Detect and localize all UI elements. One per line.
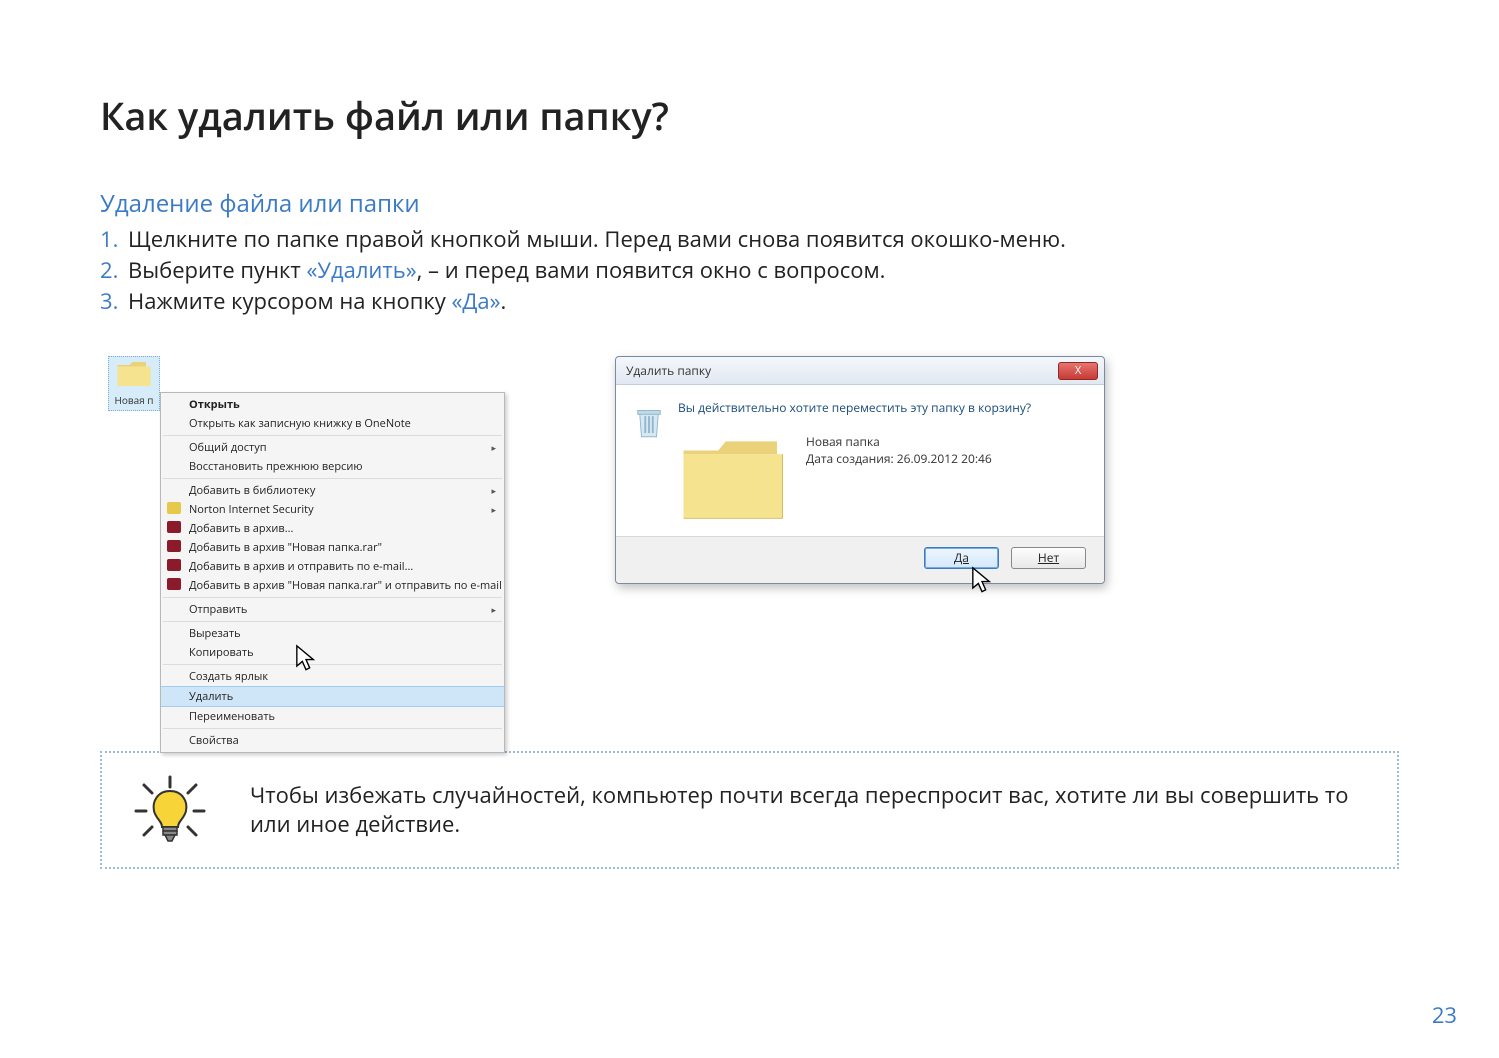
dialog-buttons: Да Нет (616, 536, 1104, 583)
step-2-text-after: , – и перед вами появится окно с вопросо… (417, 255, 886, 285)
menu-sep (163, 435, 502, 436)
folder-icon (678, 434, 788, 526)
menu-send[interactable]: Отправить (161, 600, 504, 619)
folder-icon (116, 360, 152, 388)
dialog-body: Вы действительно хотите переместить эту … (616, 385, 1104, 536)
menu-share[interactable]: Общий доступ (161, 438, 504, 457)
menu-properties[interactable]: Свойства (161, 731, 504, 750)
close-button[interactable]: X (1058, 362, 1098, 380)
menu-add-archive-named[interactable]: Добавить в архив "Новая папка.rar" (161, 538, 504, 557)
dialog-title: Удалить папку (626, 362, 1058, 379)
page-number: 23 (1432, 1000, 1457, 1030)
screenshots-area: Новая п Открыть Открыть как записную кни… (100, 356, 1399, 701)
cursor-icon (971, 566, 993, 595)
menu-add-archive-named-email[interactable]: Добавить в архив "Новая папка.rar" и отп… (161, 576, 504, 595)
tip-box: Чтобы избежать случайностей, компьютер п… (100, 751, 1399, 869)
trash-icon (634, 403, 664, 441)
archive-icon (167, 540, 181, 552)
menu-sep (163, 728, 502, 729)
menu-restore[interactable]: Восстановить прежнюю версию (161, 457, 504, 476)
norton-icon (167, 502, 181, 514)
dialog: Удалить папку X Вы действительно хотите … (615, 356, 1105, 584)
menu-sep (163, 621, 502, 622)
dialog-content: Вы действительно хотите переместить эту … (678, 399, 1086, 526)
archive-icon (167, 559, 181, 571)
term-delete: «Удалить» (306, 255, 416, 285)
menu-delete[interactable]: Удалить (161, 686, 504, 707)
menu-add-archive-email[interactable]: Добавить в архив и отправить по e-mail..… (161, 557, 504, 576)
screenshot-context-menu: Новая п Открыть Открыть как записную кни… (100, 356, 515, 701)
dialog-question: Вы действительно хотите переместить эту … (678, 399, 1086, 416)
desktop-folder-label: Новая п (113, 393, 155, 407)
steps-list: Щелкните по папке правой кнопкой мыши. П… (100, 224, 1399, 316)
step-1: Щелкните по папке правой кнопкой мыши. П… (100, 224, 1399, 255)
lightbulb-icon (130, 775, 210, 845)
menu-norton[interactable]: Norton Internet Security (161, 500, 504, 519)
menu-add-archive-named-label: Добавить в архив "Новая папка.rar" (189, 540, 382, 555)
screenshot-dialog: Удалить папку X Вы действительно хотите … (615, 356, 1105, 584)
menu-rename[interactable]: Переименовать (161, 707, 504, 726)
menu-sep (163, 478, 502, 479)
archive-icon (167, 521, 181, 533)
page-title: Как удалить файл или папку? (100, 90, 1399, 142)
term-yes: «Да» (451, 286, 500, 316)
desktop-folder[interactable]: Новая п (108, 356, 160, 411)
menu-add-archive-label: Добавить в архив... (189, 521, 293, 536)
step-2: Выберите пункт «Удалить», – и перед вами… (100, 255, 1399, 286)
menu-sep (163, 664, 502, 665)
dialog-date: Дата создания: 26.09.2012 20:46 (806, 451, 992, 467)
dialog-folder-row: Новая папка Дата создания: 26.09.2012 20… (678, 434, 1086, 526)
menu-add-archive-email-label: Добавить в архив и отправить по e-mail..… (189, 559, 413, 574)
menu-open-onenote[interactable]: Открыть как записную книжку в OneNote (161, 414, 504, 433)
menu-shortcut[interactable]: Создать ярлык (161, 667, 504, 686)
cursor-icon (295, 644, 317, 673)
menu-norton-label: Norton Internet Security (189, 502, 314, 517)
menu-sep (163, 597, 502, 598)
step-3-text-after: . (501, 286, 507, 316)
step-3-text-before: Нажмите курсором на кнопку (128, 286, 451, 316)
archive-icon (167, 578, 181, 590)
dialog-folder-name: Новая папка (806, 434, 992, 450)
menu-add-archive[interactable]: Добавить в архив... (161, 519, 504, 538)
menu-copy[interactable]: Копировать (161, 643, 504, 662)
step-2-text-before: Выберите пункт (128, 255, 306, 285)
step-3: Нажмите курсором на кнопку «Да». (100, 286, 1399, 317)
dialog-titlebar: Удалить папку X (616, 357, 1104, 385)
no-button[interactable]: Нет (1011, 547, 1086, 569)
menu-add-library[interactable]: Добавить в библиотеку (161, 481, 504, 500)
tip-text: Чтобы избежать случайностей, компьютер п… (250, 781, 1369, 840)
context-menu: Открыть Открыть как записную книжку в On… (160, 392, 505, 753)
menu-open[interactable]: Открыть (161, 395, 504, 414)
menu-cut[interactable]: Вырезать (161, 624, 504, 643)
section-title: Удаление файла или папки (100, 187, 1399, 220)
dialog-info: Новая папка Дата создания: 26.09.2012 20… (806, 434, 992, 466)
menu-add-archive-named-email-label: Добавить в архив "Новая папка.rar" и отп… (189, 578, 502, 593)
